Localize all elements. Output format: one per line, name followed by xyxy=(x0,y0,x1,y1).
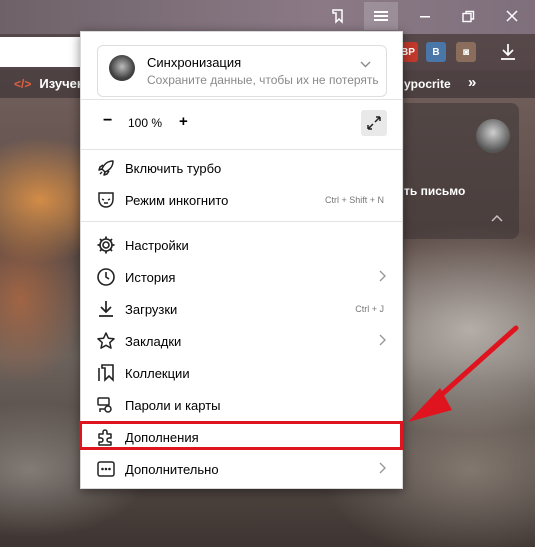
title-bar xyxy=(0,0,535,34)
menu-item-label: Настройки xyxy=(125,238,189,253)
bookmarks-more-button[interactable]: » xyxy=(468,74,476,91)
minimize-icon[interactable] xyxy=(408,2,442,30)
menu-item-label: История xyxy=(125,270,176,285)
incognito-mask-icon xyxy=(95,190,117,210)
hamburger-menu-icon[interactable] xyxy=(364,2,398,30)
main-menu: Синхронизация Сохраните данные, чтобы их… xyxy=(79,31,403,489)
zoom-level: 100 % xyxy=(128,116,163,130)
write-mail-link[interactable]: ть письмо xyxy=(404,184,465,198)
menu-item-label: Пароли и карты xyxy=(125,398,221,413)
rocket-icon xyxy=(95,158,117,178)
downloads-icon[interactable] xyxy=(491,38,525,66)
chevron-right-icon xyxy=(379,461,386,477)
menu-item-label: Закладки xyxy=(125,334,182,349)
collections-icon[interactable] xyxy=(320,2,354,30)
collections-icon xyxy=(95,363,117,383)
menu-item-more[interactable]: Дополнительно xyxy=(81,453,402,485)
menu-item-history[interactable]: История xyxy=(81,261,402,293)
divider xyxy=(81,221,402,222)
bookmark-item-hypocrite[interactable]: ypocrite xyxy=(404,77,451,91)
bookmark-label: Изучен xyxy=(39,76,85,91)
menu-item-settings[interactable]: Настройки xyxy=(81,229,402,261)
download-icon xyxy=(95,299,117,319)
menu-item-bookmarks[interactable]: Закладки xyxy=(81,325,402,357)
chevron-down-icon[interactable] xyxy=(360,56,371,71)
chevron-up-icon[interactable] xyxy=(491,209,503,225)
code-icon: </> xyxy=(14,76,32,91)
close-icon[interactable] xyxy=(495,2,529,30)
zoom-out-button[interactable]: − xyxy=(103,112,112,130)
menu-item-collections[interactable]: Коллекции xyxy=(81,357,402,389)
more-dots-icon xyxy=(95,459,117,479)
menu-item-downloads[interactable]: Загрузки Ctrl + J xyxy=(81,293,402,325)
menu-item-turbo[interactable]: Включить турбо xyxy=(81,152,402,184)
avatar xyxy=(109,55,135,81)
restore-icon[interactable] xyxy=(451,2,485,30)
menu-item-passwords[interactable]: Пароли и карты xyxy=(81,389,402,421)
zoom-in-button[interactable]: + xyxy=(179,113,188,130)
menu-item-label: Загрузки xyxy=(125,302,178,317)
star-icon xyxy=(95,331,117,351)
bookmark-item[interactable]: </> Изучен xyxy=(14,76,85,91)
chevron-right-icon xyxy=(379,269,386,285)
extension-vk-icon[interactable]: B xyxy=(426,42,446,62)
menu-item-label: Дополнительно xyxy=(125,462,219,477)
clock-icon xyxy=(95,267,117,287)
highlight-box xyxy=(79,421,403,450)
sync-subtitle: Сохраните данные, чтобы их не потерять xyxy=(147,73,379,87)
menu-item-label: Коллекции xyxy=(125,366,190,381)
sync-card[interactable]: Синхронизация Сохраните данные, чтобы их… xyxy=(97,45,387,97)
fullscreen-icon xyxy=(367,116,381,130)
sync-title: Синхронизация xyxy=(147,55,242,70)
mail-widget: ть письмо xyxy=(404,103,519,239)
key-card-icon xyxy=(95,395,117,415)
extension-instagram-icon[interactable]: ◙ xyxy=(456,42,476,62)
address-input[interactable] xyxy=(0,37,90,67)
menu-item-incognito[interactable]: Режим инкогнито Ctrl + Shift + N xyxy=(81,184,402,216)
shortcut-label: Ctrl + Shift + N xyxy=(324,195,384,205)
menu-item-label: Режим инкогнито xyxy=(125,193,229,208)
shortcut-label: Ctrl + J xyxy=(355,304,384,314)
divider xyxy=(81,149,402,150)
gear-icon xyxy=(95,235,117,255)
chevron-right-icon xyxy=(379,333,386,349)
fullscreen-button[interactable] xyxy=(361,110,387,136)
menu-item-label: Включить турбо xyxy=(125,161,222,176)
divider xyxy=(81,99,402,100)
avatar[interactable] xyxy=(476,119,510,153)
